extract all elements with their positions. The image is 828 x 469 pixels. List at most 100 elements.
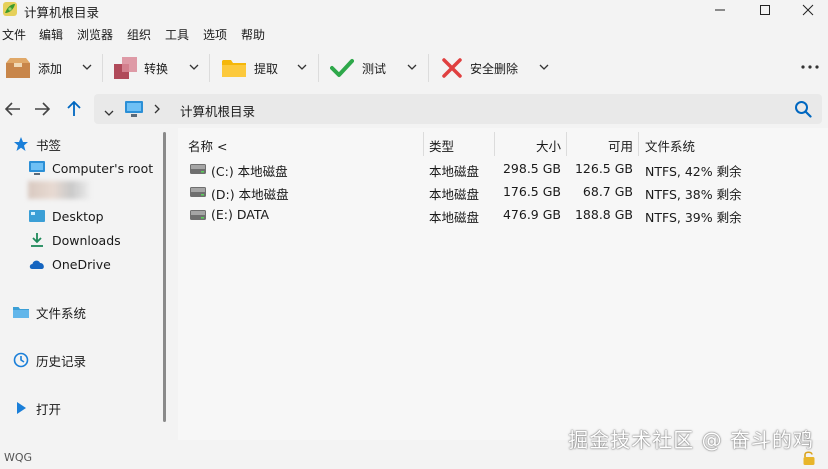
title-bar: 计算机根目录 (0, 0, 828, 20)
toolbar: 添加 转换 提取 测试 安全删除 (0, 46, 828, 90)
window-title: 计算机根目录 (24, 5, 100, 20)
history-clock-icon (12, 351, 30, 369)
convert-button[interactable]: 转换 (112, 46, 168, 90)
table-row[interactable]: (C:) 本地磁盘 本地磁盘 298.5 GB 126.5 GB NTFS, 4… (178, 158, 828, 180)
sidebar-bookmarks-label: 书签 (36, 137, 62, 153)
convert-dropdown-chevron-icon[interactable] (187, 60, 201, 74)
menu-organize[interactable]: 组织 (127, 26, 151, 43)
add-label: 添加 (38, 61, 63, 76)
computer-icon (124, 100, 144, 121)
cell-name: (D:) 本地磁盘 (211, 187, 289, 202)
sidebar-scrollbar[interactable] (163, 132, 166, 422)
sidebar-item-downloads[interactable]: Downloads (28, 230, 121, 250)
navigation-bar: 计算机根目录 (0, 92, 828, 126)
sidebar-filesystem-header[interactable]: 文件系统 (12, 302, 86, 322)
address-bar[interactable]: 计算机根目录 (94, 94, 822, 124)
cell-free: 188.8 GB (574, 207, 633, 222)
sidebar-item-user-profile[interactable] (28, 180, 90, 200)
menu-tools[interactable]: 工具 (165, 26, 189, 43)
column-divider[interactable] (423, 132, 424, 156)
column-header-name[interactable]: 名称 < (188, 136, 227, 155)
cell-size: 476.9 GB (502, 207, 561, 222)
sidebar-item-label: OneDrive (52, 256, 111, 272)
up-arrow-icon[interactable] (63, 98, 85, 120)
sidebar-bookmarks-header[interactable]: 书签 (12, 134, 61, 154)
cell-type: 本地磁盘 (429, 164, 480, 179)
cell-name: (C:) 本地磁盘 (211, 164, 288, 179)
sort-indicator: < (217, 139, 228, 154)
test-button[interactable]: 测试 (328, 46, 386, 90)
breadcrumb-chevron-right-icon (154, 103, 160, 117)
status-text: WQG (4, 451, 33, 464)
menu-help[interactable]: 帮助 (241, 26, 265, 43)
minimize-button[interactable] (700, 0, 740, 20)
menu-bar: 文件 编辑 浏览器 组织 工具 选项 帮助 (0, 24, 828, 44)
maximize-button[interactable] (745, 0, 785, 20)
back-arrow-icon[interactable] (2, 98, 24, 120)
toolbar-divider (102, 54, 103, 82)
cloud-icon (28, 255, 46, 273)
delete-dropdown-chevron-icon[interactable] (537, 60, 551, 74)
menu-file[interactable]: 文件 (2, 26, 26, 43)
cell-free: 126.5 GB (574, 161, 633, 176)
table-row[interactable]: (E:) DATA 本地磁盘 476.9 GB 188.8 GB NTFS, 3… (178, 204, 828, 226)
menu-browser[interactable]: 浏览器 (77, 26, 113, 43)
cell-filesystem: NTFS, 38% 剩余 (645, 187, 742, 202)
menu-edit[interactable]: 编辑 (39, 26, 63, 43)
checkmark-icon (328, 54, 356, 82)
sidebar-filesystem-label: 文件系统 (36, 305, 87, 321)
secure-delete-button[interactable]: 安全删除 (438, 46, 518, 90)
sidebar-item-label: Desktop (52, 208, 104, 224)
forward-arrow-icon[interactable] (31, 98, 53, 120)
test-label: 测试 (362, 61, 387, 76)
column-divider[interactable] (638, 132, 639, 156)
menu-options[interactable]: 选项 (203, 26, 227, 43)
breadcrumb-path[interactable]: 计算机根目录 (180, 101, 255, 120)
toolbar-divider (428, 54, 429, 82)
table-row[interactable]: (D:) 本地磁盘 本地磁盘 176.5 GB 68.7 GB NTFS, 38… (178, 181, 828, 203)
add-button[interactable]: 添加 (4, 46, 62, 90)
column-divider[interactable] (494, 132, 495, 156)
sidebar-history-header[interactable]: 历史记录 (12, 350, 86, 370)
extract-button[interactable]: 提取 (220, 46, 278, 90)
desktop-icon (28, 207, 46, 225)
column-header-free[interactable]: 可用 (572, 136, 633, 155)
toolbar-divider (209, 54, 210, 82)
cell-size: 298.5 GB (502, 161, 561, 176)
sidebar-item-onedrive[interactable]: OneDrive (28, 254, 111, 274)
column-header-size[interactable]: 大小 (500, 136, 561, 155)
more-options-icon[interactable] (800, 60, 820, 74)
star-icon (12, 135, 30, 153)
cell-free: 68.7 GB (582, 184, 633, 199)
drive-icon (189, 162, 207, 179)
column-divider[interactable] (566, 132, 567, 156)
column-header-type[interactable]: 类型 (429, 136, 454, 155)
file-list: 名称 < 类型 大小 可用 文件系统 (C:) 本地磁盘 本地磁盘 298.5 … (178, 128, 828, 440)
search-icon[interactable] (794, 100, 812, 121)
monitor-icon (28, 159, 46, 177)
sidebar-open-header[interactable]: 打开 (12, 398, 61, 418)
extract-dropdown-chevron-icon[interactable] (295, 60, 309, 74)
redacted-username (28, 181, 90, 199)
cell-type: 本地磁盘 (429, 187, 480, 202)
cell-filesystem: NTFS, 39% 剩余 (645, 210, 742, 225)
cell-type: 本地磁盘 (429, 210, 480, 225)
column-header-filesystem[interactable]: 文件系统 (645, 136, 695, 155)
cell-size: 176.5 GB (502, 184, 561, 199)
delete-x-icon (438, 54, 466, 82)
convert-icon (112, 54, 140, 82)
sidebar: 书签 Computer's root Desktop Downloads One… (0, 128, 175, 440)
sidebar-open-label: 打开 (36, 401, 62, 417)
close-button[interactable] (788, 0, 828, 20)
sidebar-item-label: Downloads (52, 232, 121, 248)
sidebar-item-computers-root[interactable]: Computer's root (28, 158, 153, 178)
history-chevron-down-icon[interactable] (104, 105, 114, 119)
sidebar-item-desktop[interactable]: Desktop (28, 206, 104, 226)
toolbar-divider (318, 54, 319, 82)
sidebar-history-label: 历史记录 (36, 353, 87, 369)
play-arrow-icon (12, 399, 30, 417)
test-dropdown-chevron-icon[interactable] (405, 60, 419, 74)
add-dropdown-chevron-icon[interactable] (80, 60, 94, 74)
peazip-app-icon (2, 1, 18, 17)
cell-filesystem: NTFS, 42% 剩余 (645, 164, 742, 179)
